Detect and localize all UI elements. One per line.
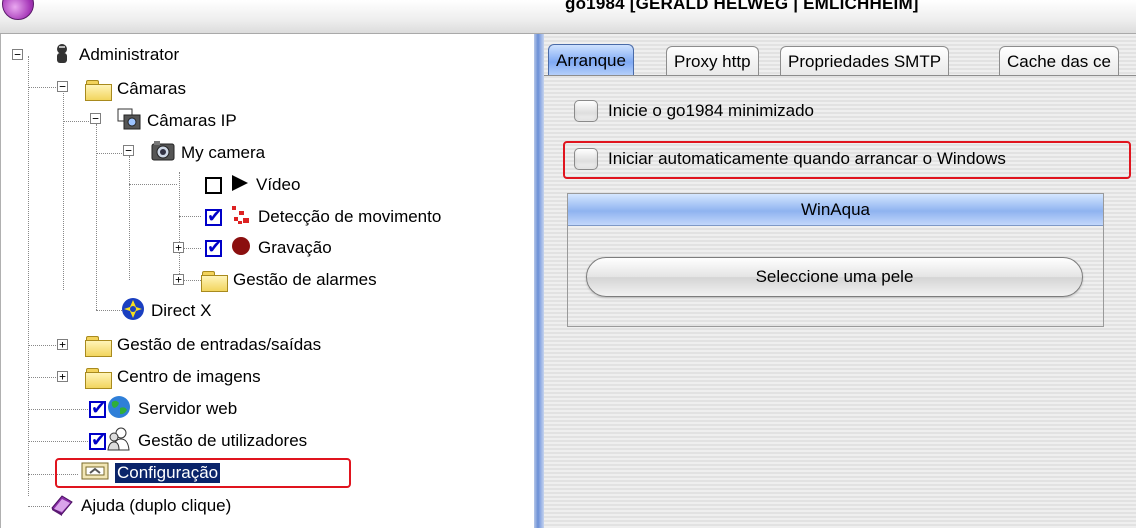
navigation-tree: − Administrator − Câmaras − Câmaras IP −… xyxy=(0,34,534,528)
tree-label-direct-x: Direct X xyxy=(151,301,212,320)
tab-smtp-properties-label: Propriedades SMTP xyxy=(788,51,942,71)
expand-administrator-toggle[interactable]: − xyxy=(12,49,23,60)
tree-item-web-server[interactable]: Servidor web xyxy=(89,394,237,424)
tree-item-configuration[interactable]: Configuração xyxy=(81,458,221,488)
auto-start-windows-label: Iniciar automaticamente quando arrancar … xyxy=(608,149,1006,168)
title-bar: go1984 [GERALD HELWEG | EMLICHHEIM] xyxy=(0,0,1136,34)
expand-alarm-management-toggle[interactable]: + xyxy=(173,274,184,285)
option-start-minimized[interactable]: Inicie o go1984 minimizado xyxy=(574,100,814,122)
tab-proxy-http-label: Proxy http xyxy=(674,51,751,71)
tree-label-cameras: Câmaras xyxy=(117,79,186,98)
tree-item-cameras[interactable]: Câmaras xyxy=(85,74,186,104)
tree-item-alarm-management[interactable]: Gestão de alarmes xyxy=(201,265,377,295)
expand-ip-cameras-toggle[interactable]: − xyxy=(90,113,101,124)
tree-item-motion-detection[interactable]: Detecção de movimento xyxy=(205,202,441,232)
camera-icon xyxy=(151,140,175,167)
tab-proxy-http[interactable]: Proxy http xyxy=(666,46,759,76)
help-book-icon xyxy=(49,492,75,521)
tab-divider xyxy=(544,75,1136,76)
window-title: go1984 [GERALD HELWEG | EMLICHHEIM] xyxy=(565,0,919,13)
tree-label-alarm-management: Gestão de alarmes xyxy=(233,270,377,289)
tree-item-help[interactable]: Ajuda (duplo clique) xyxy=(49,491,231,521)
tree-label-web-server: Servidor web xyxy=(138,399,238,418)
ip-camera-group-icon xyxy=(117,108,141,135)
users-icon xyxy=(106,426,132,457)
tree-label-motion-detection: Detecção de movimento xyxy=(258,207,442,226)
tree-label-image-center: Centro de imagens xyxy=(117,367,261,386)
expand-image-center-toggle[interactable]: + xyxy=(57,371,68,382)
pane-splitter[interactable] xyxy=(534,34,544,528)
video-checkbox[interactable] xyxy=(205,176,222,194)
settings-pane: Arranque Proxy http Propriedades SMTP Ca… xyxy=(544,34,1136,528)
start-minimized-checkbox[interactable] xyxy=(574,100,598,122)
folder-icon xyxy=(85,335,112,357)
skin-group: WinAqua Seleccione uma pele xyxy=(567,193,1104,327)
tree-label-ip-cameras: Câmaras IP xyxy=(147,111,237,130)
select-skin-button-label: Seleccione uma pele xyxy=(755,267,914,286)
tab-smtp-properties[interactable]: Propriedades SMTP xyxy=(780,46,950,76)
tree-label-user-management: Gestão de utilizadores xyxy=(138,431,308,450)
administrator-icon xyxy=(51,42,73,69)
folder-icon xyxy=(201,270,228,292)
tree-label-configuration: Configuração xyxy=(115,463,221,483)
tree-item-recording[interactable]: Gravação xyxy=(205,233,332,263)
tree-label-my-camera: My camera xyxy=(181,143,266,162)
record-icon xyxy=(230,235,252,262)
play-icon xyxy=(230,174,250,197)
app-orb-icon[interactable] xyxy=(2,0,34,20)
tab-startup-label: Arranque xyxy=(556,50,626,70)
tree-label-administrator: Administrator xyxy=(79,45,180,64)
tree-item-ip-cameras[interactable]: Câmaras IP xyxy=(117,106,237,136)
folder-icon xyxy=(85,367,112,389)
globe-icon xyxy=(106,394,132,425)
motion-detection-icon xyxy=(230,204,252,231)
select-skin-button[interactable]: Seleccione uma pele xyxy=(586,257,1083,297)
expand-io-management-toggle[interactable]: + xyxy=(57,339,68,350)
tree-item-direct-x[interactable]: Direct X xyxy=(121,296,211,326)
tree-label-io-management: Gestão de entradas/saídas xyxy=(117,335,322,354)
tree-item-io-management[interactable]: Gestão de entradas/saídas xyxy=(85,330,321,360)
tab-cache-label: Cache das ce xyxy=(1007,51,1111,71)
tree-label-recording: Gravação xyxy=(258,238,332,257)
web-server-checkbox[interactable] xyxy=(89,398,106,419)
expand-recording-toggle[interactable]: + xyxy=(173,242,184,253)
tab-bar: Arranque Proxy http Propriedades SMTP Ca… xyxy=(548,44,1136,76)
tree-label-help: Ajuda (duplo clique) xyxy=(81,496,232,515)
tab-startup[interactable]: Arranque xyxy=(548,44,634,76)
configuration-icon xyxy=(81,461,109,486)
auto-start-windows-checkbox[interactable] xyxy=(574,148,598,170)
motion-detection-checkbox[interactable] xyxy=(205,206,222,227)
tab-cache[interactable]: Cache das ce xyxy=(999,46,1119,76)
recording-checkbox[interactable] xyxy=(205,237,222,258)
tree-item-my-camera[interactable]: My camera xyxy=(151,138,265,168)
tree-item-video[interactable]: Vídeo xyxy=(205,170,300,200)
expand-cameras-toggle[interactable]: − xyxy=(57,81,68,92)
option-auto-start-windows[interactable]: Iniciar automaticamente quando arrancar … xyxy=(574,148,1006,170)
folder-open-icon xyxy=(85,79,112,101)
skin-group-title: WinAqua xyxy=(568,194,1103,226)
directx-icon xyxy=(121,297,145,326)
tree-label-video: Vídeo xyxy=(256,175,301,194)
tree-item-administrator[interactable]: Administrator xyxy=(51,40,179,70)
tree-item-user-management[interactable]: Gestão de utilizadores xyxy=(89,426,307,456)
start-minimized-label: Inicie o go1984 minimizado xyxy=(608,101,815,120)
expand-my-camera-toggle[interactable]: − xyxy=(123,145,134,156)
user-management-checkbox[interactable] xyxy=(89,430,106,451)
tree-item-image-center[interactable]: Centro de imagens xyxy=(85,362,261,392)
